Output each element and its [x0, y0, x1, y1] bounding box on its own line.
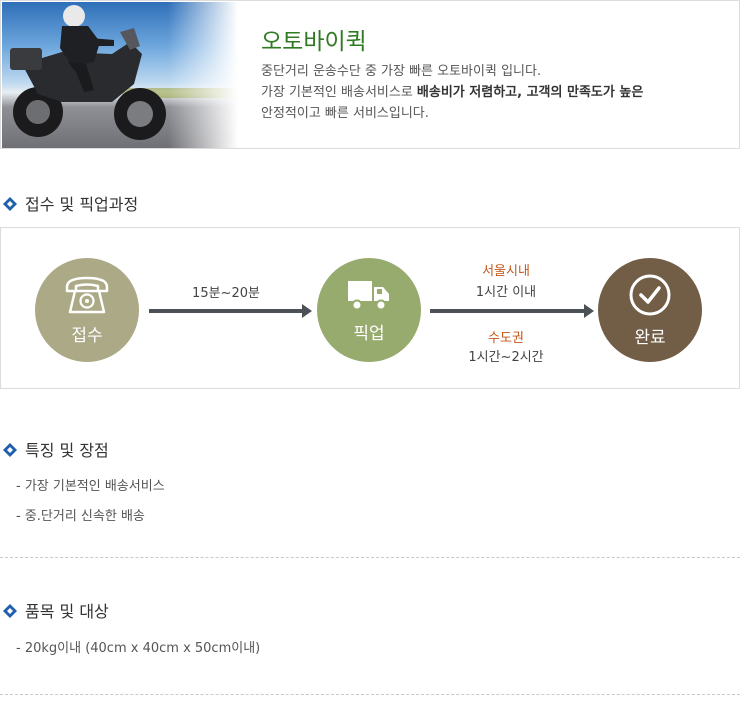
step-reception: 접수 — [35, 258, 139, 362]
step-label: 접수 — [71, 325, 103, 346]
section-title: 특징 및 장점 — [25, 441, 109, 460]
process-flow-box: 접수 15분~20분 픽업 서울시내 1시간 이내 수도권 1시간~2시간 완료 — [0, 227, 740, 389]
time-reception-to-pickup: 15분~20분 — [192, 286, 260, 301]
hero-desc-line-2: 가장 기본적인 배송서비스로 배송비가 저렴하고, 고객의 만족도가 높은 — [261, 82, 731, 103]
hero-desc-plain: 가장 기본적인 배송서비스로 — [261, 85, 417, 100]
divider — [0, 694, 740, 695]
check-circle-icon — [629, 274, 671, 315]
list-item: - 중.단거리 신속한 배송 — [16, 509, 145, 524]
diamond-bullet-icon — [3, 603, 17, 618]
diamond-bullet-icon — [3, 196, 17, 211]
step-pickup: 픽업 — [317, 258, 421, 362]
hero-card: 오토바이퀵 중단거리 운송수단 중 가장 빠른 오토바이퀵 입니다. 가장 기본… — [0, 0, 740, 149]
list-item: - 가장 기본적인 배송서비스 — [16, 479, 165, 494]
section-title: 접수 및 픽업과정 — [25, 195, 139, 214]
step-label: 완료 — [634, 327, 666, 348]
region-seoul: 서울시내 — [482, 264, 530, 279]
time-metro: 1시간~2시간 — [468, 350, 544, 365]
hero-desc-bold: 배송비가 저렴하고, 고객의 만족도가 높은 — [416, 85, 644, 100]
region-metro: 수도권 — [488, 331, 524, 346]
arrow-pickup-to-complete — [430, 304, 594, 318]
truck-icon — [348, 280, 389, 310]
telephone-icon — [65, 276, 109, 313]
time-seoul: 1시간 이내 — [475, 285, 537, 300]
motorcycle-photo — [2, 2, 238, 148]
list-item: - 20kg이내 (40cm x 40cm x 50cm이내) — [16, 641, 261, 656]
divider — [0, 557, 740, 558]
step-label: 픽업 — [353, 323, 385, 344]
hero-desc-line-3: 안정적이고 빠른 서비스입니다. — [261, 106, 429, 121]
section-header-items: 품목 및 대상 — [0, 598, 109, 622]
section-header-process: 접수 및 픽업과정 — [0, 191, 138, 215]
hero-desc-line-1: 중단거리 운송수단 중 가장 빠른 오토바이퀵 입니다. — [261, 64, 542, 79]
diamond-bullet-icon — [3, 442, 17, 457]
section-title: 품목 및 대상 — [25, 602, 109, 621]
section-header-features: 특징 및 장점 — [0, 437, 109, 461]
hero-title: 오토바이퀵 — [261, 29, 367, 55]
step-complete: 완료 — [598, 258, 702, 362]
hero-description: 중단거리 운송수단 중 가장 빠른 오토바이퀵 입니다. 가장 기본적인 배송서… — [261, 61, 731, 124]
arrow-reception-to-pickup — [149, 304, 312, 318]
